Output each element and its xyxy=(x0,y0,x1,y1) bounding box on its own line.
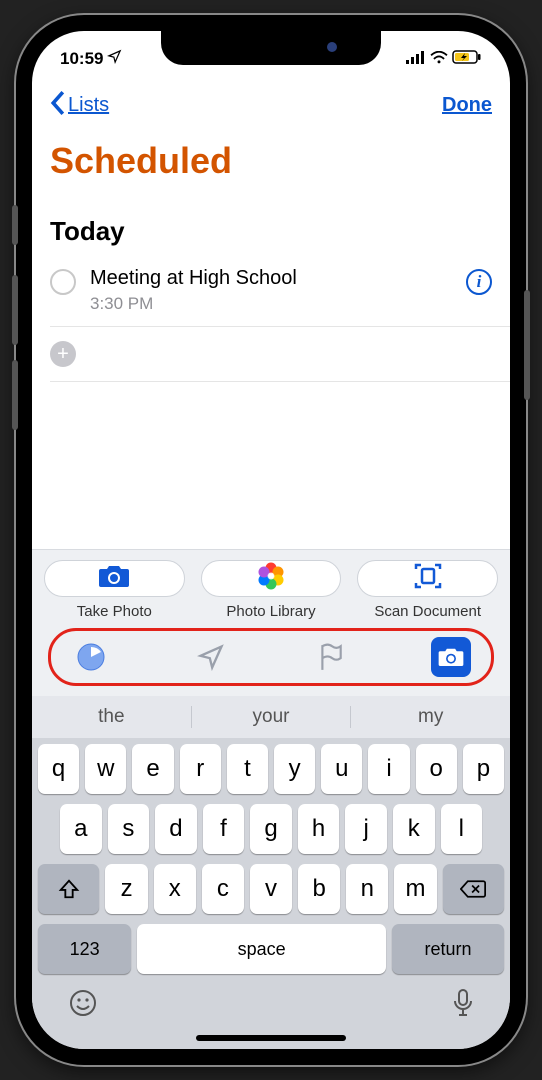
notch xyxy=(161,31,381,65)
section-heading: Today xyxy=(32,188,510,257)
reminder-list: Meeting at High School 3:30 PM i + xyxy=(32,257,510,382)
page-title: Scheduled xyxy=(32,128,510,188)
suggestion[interactable]: my xyxy=(351,706,510,728)
wifi-icon xyxy=(430,49,448,69)
reminder-title: Meeting at High School xyxy=(90,267,452,290)
shift-key[interactable] xyxy=(38,864,99,914)
attachment-panel: Take Photo xyxy=(32,549,510,696)
location-toolbar-button[interactable] xyxy=(191,637,231,677)
keyboard: the your my qwertyuiop asdfghjkl zxcvbnm… xyxy=(32,696,510,1049)
key-v[interactable]: v xyxy=(250,864,292,914)
key-t[interactable]: t xyxy=(227,744,268,794)
info-button[interactable]: i xyxy=(466,269,492,295)
plus-icon: + xyxy=(50,341,76,367)
key-b[interactable]: b xyxy=(298,864,340,914)
key-e[interactable]: e xyxy=(132,744,173,794)
completion-circle[interactable] xyxy=(50,269,76,295)
scan-document-button[interactable] xyxy=(357,560,498,597)
scan-icon xyxy=(413,561,443,596)
dictation-button[interactable] xyxy=(452,988,474,1025)
key-s[interactable]: s xyxy=(108,804,150,854)
done-button[interactable]: Done xyxy=(442,94,492,117)
return-key[interactable]: return xyxy=(392,924,504,974)
key-f[interactable]: f xyxy=(203,804,245,854)
back-button[interactable]: Lists xyxy=(50,91,109,120)
key-o[interactable]: o xyxy=(416,744,457,794)
suggestion[interactable]: the xyxy=(32,706,192,728)
key-j[interactable]: j xyxy=(345,804,387,854)
location-services-icon xyxy=(107,49,122,69)
flag-toolbar-button[interactable] xyxy=(311,637,351,677)
key-a[interactable]: a xyxy=(60,804,102,854)
space-key[interactable]: space xyxy=(137,924,386,974)
key-r[interactable]: r xyxy=(180,744,221,794)
key-i[interactable]: i xyxy=(368,744,409,794)
key-p[interactable]: p xyxy=(463,744,504,794)
key-d[interactable]: d xyxy=(155,804,197,854)
key-u[interactable]: u xyxy=(321,744,362,794)
back-label: Lists xyxy=(68,94,109,117)
flower-icon xyxy=(256,561,286,596)
key-q[interactable]: q xyxy=(38,744,79,794)
suggestion[interactable]: your xyxy=(192,706,352,728)
reminder-time: 3:30 PM xyxy=(90,294,452,314)
reminder-row[interactable]: Meeting at High School 3:30 PM i xyxy=(50,257,510,327)
battery-icon xyxy=(452,49,482,69)
photo-library-button[interactable] xyxy=(201,560,342,597)
key-m[interactable]: m xyxy=(394,864,436,914)
editor-toolbar xyxy=(48,628,494,686)
scan-document-label: Scan Document xyxy=(357,603,498,620)
suggestion-row: the your my xyxy=(32,696,510,738)
key-g[interactable]: g xyxy=(250,804,292,854)
key-w[interactable]: w xyxy=(85,744,126,794)
key-n[interactable]: n xyxy=(346,864,388,914)
key-y[interactable]: y xyxy=(274,744,315,794)
camera-toolbar-button[interactable] xyxy=(431,637,471,677)
emoji-button[interactable] xyxy=(68,988,98,1025)
key-h[interactable]: h xyxy=(298,804,340,854)
photo-library-label: Photo Library xyxy=(201,603,342,620)
backspace-key[interactable] xyxy=(443,864,504,914)
numbers-key[interactable]: 123 xyxy=(38,924,131,974)
home-indicator[interactable] xyxy=(196,1035,346,1041)
add-reminder-row[interactable]: + xyxy=(50,327,510,382)
take-photo-button[interactable] xyxy=(44,560,185,597)
nav-bar: Lists Done xyxy=(32,81,510,128)
key-k[interactable]: k xyxy=(393,804,435,854)
chevron-left-icon xyxy=(50,91,66,120)
status-time: 10:59 xyxy=(60,49,103,69)
key-x[interactable]: x xyxy=(154,864,196,914)
key-z[interactable]: z xyxy=(105,864,147,914)
time-toolbar-button[interactable] xyxy=(71,637,111,677)
key-l[interactable]: l xyxy=(441,804,483,854)
camera-icon xyxy=(97,563,131,594)
key-c[interactable]: c xyxy=(202,864,244,914)
cellular-icon xyxy=(406,49,426,69)
take-photo-label: Take Photo xyxy=(44,603,185,620)
